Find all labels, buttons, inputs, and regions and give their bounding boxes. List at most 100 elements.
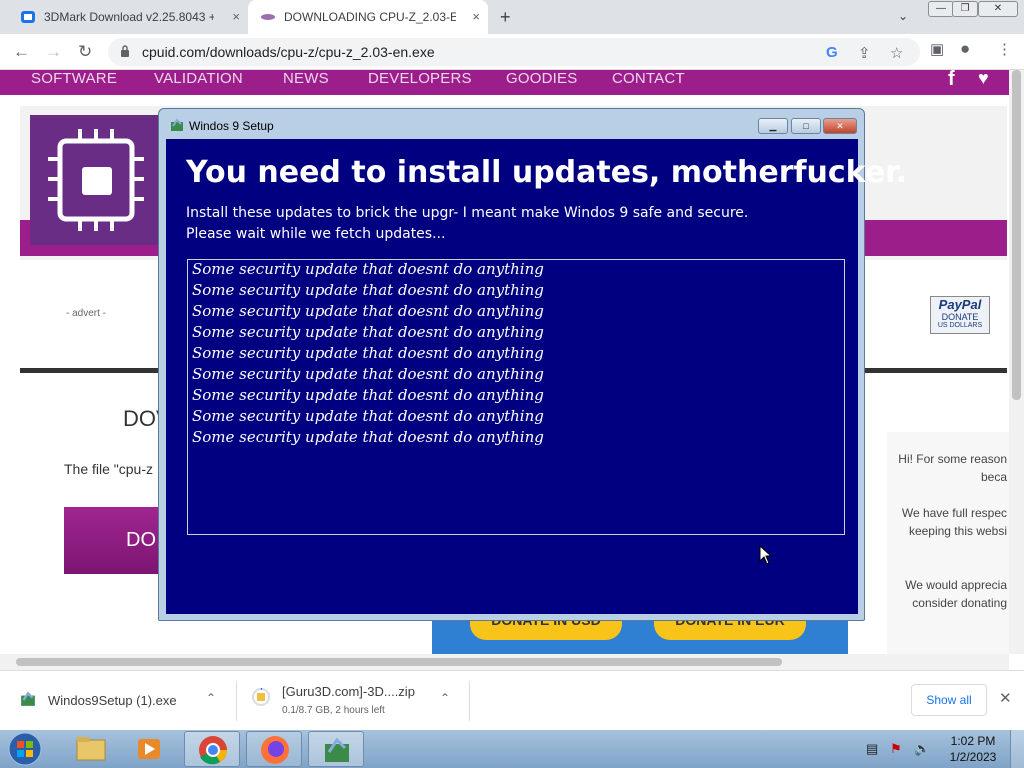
chevron-up-icon[interactable]: ⌃ [440, 691, 450, 705]
taskbar-firefox[interactable] [246, 731, 302, 767]
site-navigation: SOFTWARE VALIDATION NEWS DEVELOPERS GOOD… [0, 70, 1009, 95]
paypal-donate-button[interactable]: PayPal DONATE US DOLLARS [930, 296, 990, 334]
3dmark-favicon-icon [21, 11, 35, 23]
window-close-button[interactable]: ✕ [978, 1, 1018, 17]
update-item: Some security update that doesnt do anyt… [192, 365, 544, 383]
mouse-cursor-icon [759, 545, 773, 565]
download-item-guru3d[interactable]: [Guru3D.com]-3D....zip 0.1/8.7 GB, 2 hou… [237, 671, 469, 731]
setup-app-icon [325, 737, 349, 762]
window-minimize-button[interactable]: — [928, 1, 954, 17]
side-text-line: beca [980, 470, 1007, 484]
close-download-shelf-icon[interactable]: ✕ [999, 689, 1012, 707]
tab-title: 3DMark Download v2.25.8043 + [44, 10, 214, 24]
folder-icon [76, 737, 106, 761]
side-text-line: keeping this websi [908, 524, 1007, 538]
back-arrow-icon[interactable]: ← [13, 42, 30, 62]
share-icon[interactable]: ⇪ [858, 44, 871, 62]
nav-goodies[interactable]: GOODIES [506, 70, 577, 87]
tab-cpuz-download[interactable]: DOWNLOADING CPU-Z_2.03-EN × [248, 0, 488, 34]
download-shelf: Windos9Setup (1).exe ⌃ [Guru3D.com]-3D..… [0, 670, 1024, 730]
twitter-icon[interactable]: ♥ [978, 70, 989, 89]
horizontal-scroll-thumb[interactable] [16, 658, 782, 666]
browser-menu-icon[interactable]: ⋮ [997, 40, 1012, 58]
dialog-close-button[interactable]: ✕ [823, 118, 857, 134]
media-player-icon [138, 739, 160, 759]
show-desktop-button[interactable] [1010, 730, 1024, 768]
taskbar-explorer[interactable] [63, 731, 119, 767]
tab-search-button[interactable]: ⌄ [898, 9, 908, 23]
nav-contact[interactable]: CONTACT [612, 70, 685, 87]
side-text-line: We have full respec [901, 506, 1007, 520]
chrome-icon [199, 736, 227, 765]
paypal-line1: DONATE [941, 312, 979, 322]
update-item: Some security update that doesnt do anyt… [192, 386, 544, 404]
update-item: Some security update that doesnt do anyt… [192, 428, 544, 446]
window-restore-button[interactable]: ❐ [952, 1, 978, 17]
file-description: The file "cpu-z [64, 461, 154, 477]
progress-ring-icon [252, 687, 270, 706]
advert-label: - advert - [66, 308, 107, 319]
update-item: Some security update that doesnt do anyt… [192, 344, 544, 362]
page-scroll-thumb[interactable] [1012, 70, 1021, 400]
show-all-downloads-button[interactable]: Show all [911, 684, 987, 716]
cpuid-favicon-icon [261, 14, 275, 20]
bookmark-star-icon[interactable]: ☆ [890, 44, 903, 62]
nav-developers[interactable]: DEVELOPERS [368, 70, 472, 87]
dialog-content: You need to install updates, motherfucke… [166, 139, 907, 614]
paypal-brand: PayPal [938, 297, 982, 312]
profile-avatar-icon[interactable]: ● [960, 39, 970, 59]
browser-toolbar: ← → ↻ cpuid.com/downloads/cpu-z/cpu-z_2.… [0, 34, 1024, 70]
volume-icon[interactable]: 🔈 [914, 741, 930, 757]
nav-software[interactable]: SOFTWARE [31, 70, 117, 87]
chevron-up-icon[interactable]: ⌃ [206, 691, 216, 705]
reload-icon[interactable]: ↻ [78, 42, 92, 62]
facebook-icon[interactable]: f [948, 70, 955, 91]
taskbar-windos9-setup[interactable] [308, 731, 364, 767]
firefox-icon [261, 736, 289, 764]
update-item: Some security update that doesnt do anyt… [192, 260, 544, 278]
nav-news[interactable]: NEWS [283, 70, 329, 87]
tab-close-button[interactable]: × [232, 9, 240, 24]
side-text-line: consider donating [912, 596, 1007, 610]
lock-icon [121, 45, 129, 57]
dialog-message-line1: Install these updates to brick the upgr-… [186, 205, 749, 221]
download-item-windos9setup[interactable]: Windos9Setup (1).exe ⌃ [0, 671, 236, 731]
tab-title: DOWNLOADING CPU-Z_2.03-EN [284, 10, 456, 24]
dialog-title: Windos 9 Setup [189, 119, 274, 133]
google-lens-icon[interactable]: G [826, 44, 838, 61]
address-bar[interactable]: cpuid.com/downloads/cpu-z/cpu-z_2.03-en.… [108, 38, 920, 66]
update-item: Some security update that doesnt do anyt… [192, 323, 544, 341]
cpuid-logo[interactable] [30, 115, 162, 245]
setup-app-icon [171, 118, 183, 131]
chip-icon [48, 129, 144, 231]
forward-arrow-icon[interactable]: → [45, 42, 62, 62]
download-filename: [Guru3D.com]-3D....zip [282, 684, 415, 699]
side-panel-icon[interactable]: ▣ [930, 40, 944, 58]
dialog-message-line2: Please wait while we fetch updates... [186, 226, 446, 242]
windows-start-button-icon[interactable] [6, 731, 44, 767]
exe-file-icon [21, 691, 35, 706]
clock-time: 1:02 PM [950, 734, 996, 748]
windows-taskbar: ▤ ⚑ 🔈 1:02 PM 1/2/2023 [0, 730, 1024, 768]
page-horizontal-scrollbar[interactable] [0, 654, 1009, 670]
network-icon[interactable]: ▤ [866, 741, 878, 757]
dialog-maximize-button[interactable]: □ [791, 118, 821, 134]
download-filename: Windos9Setup (1).exe [48, 693, 177, 708]
action-center-flag-icon[interactable]: ⚑ [890, 741, 902, 757]
dialog-heading: You need to install updates, motherfucke… [186, 155, 908, 190]
taskbar-media-player[interactable] [122, 731, 178, 767]
new-tab-button[interactable]: + [500, 7, 511, 28]
taskbar-clock[interactable]: 1:02 PM 1/2/2023 [943, 733, 1003, 765]
update-item: Some security update that doesnt do anyt… [192, 281, 544, 299]
nav-validation[interactable]: VALIDATION [154, 70, 243, 87]
clock-date: 1/2/2023 [949, 750, 997, 764]
side-text-line: Hi! For some reason [898, 452, 1007, 466]
download-divider [469, 681, 470, 721]
url-text[interactable]: cpuid.com/downloads/cpu-z/cpu-z_2.03-en.… [142, 44, 435, 60]
update-item: Some security update that doesnt do anyt… [192, 302, 544, 320]
download-status: 0.1/8.7 GB, 2 hours left [282, 705, 385, 716]
tab-3dmark[interactable]: 3DMark Download v2.25.8043 + × [8, 0, 248, 34]
taskbar-chrome[interactable] [184, 731, 240, 767]
dialog-minimize-button[interactable]: ▁ [758, 118, 788, 134]
tab-close-button[interactable]: × [472, 9, 480, 24]
